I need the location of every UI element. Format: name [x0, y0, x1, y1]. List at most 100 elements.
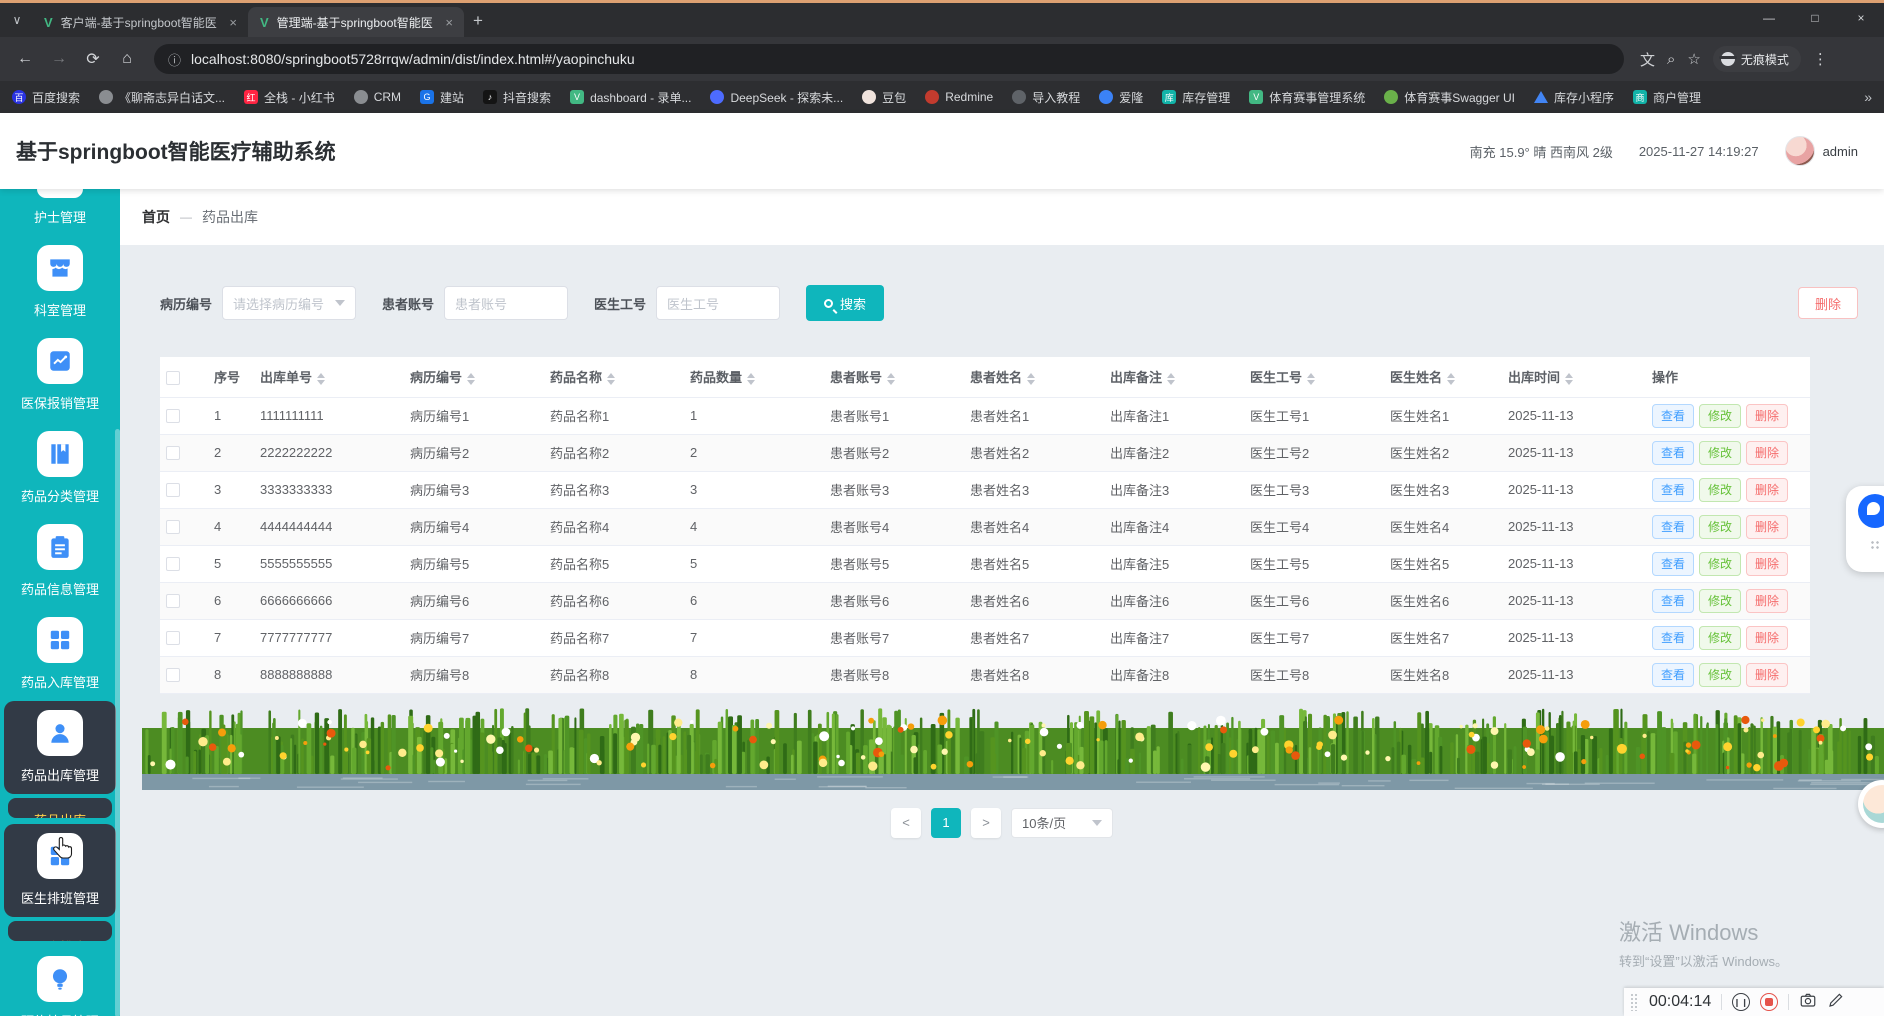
- bookmark-item[interactable]: Vdashboard - 录单...: [570, 89, 691, 106]
- delete-button[interactable]: 删除: [1746, 662, 1789, 687]
- row-checkbox[interactable]: [166, 557, 180, 572]
- reload-button[interactable]: ⟳: [78, 44, 108, 74]
- sidebar-item-预约挂号管理[interactable]: 预约挂号管理: [4, 947, 116, 1016]
- sidebar-item-药品入库管理[interactable]: 药品入库管理: [4, 608, 116, 701]
- browser-tab-1[interactable]: V 客户端-基于springboot智能医 ×: [32, 7, 248, 37]
- close-window-button[interactable]: ×: [1838, 3, 1884, 33]
- row-checkbox[interactable]: [166, 631, 180, 646]
- pagination-page-1[interactable]: 1: [931, 807, 961, 838]
- minimize-button[interactable]: —: [1746, 3, 1792, 33]
- delete-button[interactable]: 删除: [1746, 477, 1789, 502]
- sort-carets-icon[interactable]: [1027, 372, 1036, 385]
- bookmark-item[interactable]: 库库存管理: [1162, 89, 1230, 106]
- doctor-no-input[interactable]: 医生工号: [656, 286, 781, 320]
- delete-button[interactable]: 删除: [1746, 403, 1789, 428]
- edit-button[interactable]: 修改: [1699, 588, 1742, 613]
- view-button[interactable]: 查看: [1652, 625, 1695, 650]
- row-checkbox[interactable]: [166, 409, 180, 424]
- floating-assistant-widget[interactable]: [1846, 486, 1884, 572]
- zoom-icon[interactable]: ⌕: [1667, 51, 1675, 68]
- widget-drag-handle-icon[interactable]: [1870, 540, 1880, 550]
- batch-delete-button[interactable]: 删除: [1797, 287, 1858, 319]
- view-button[interactable]: 查看: [1652, 551, 1695, 576]
- bookmark-item[interactable]: G 建站: [420, 89, 464, 106]
- column-header-doctor_no[interactable]: 医生工号: [1244, 357, 1384, 398]
- column-header-order_no[interactable]: 出库单号: [254, 357, 404, 398]
- sidebar-item-药品出库管理[interactable]: 药品出库管理: [4, 701, 116, 794]
- home-button[interactable]: ⌂: [112, 44, 142, 74]
- column-header-patient_account[interactable]: 患者账号: [824, 357, 964, 398]
- site-info-icon[interactable]: ⓘ: [168, 50, 181, 69]
- screenshot-camera-icon[interactable]: [1799, 991, 1817, 1014]
- assistant-logo-icon[interactable]: [1858, 494, 1884, 528]
- delete-button[interactable]: 删除: [1746, 551, 1789, 576]
- column-header-patient_name[interactable]: 患者姓名: [964, 357, 1104, 398]
- bookmark-star-icon[interactable]: ☆: [1687, 50, 1700, 68]
- bookmark-item[interactable]: 豆包: [862, 89, 906, 106]
- column-header-qty[interactable]: 药品数量: [684, 357, 824, 398]
- patient-account-input[interactable]: 患者账号: [444, 286, 569, 320]
- view-button[interactable]: 查看: [1652, 514, 1695, 539]
- sort-carets-icon[interactable]: [1447, 372, 1456, 385]
- row-checkbox[interactable]: [166, 446, 180, 461]
- annotate-pencil-icon[interactable]: [1827, 991, 1845, 1014]
- edit-button[interactable]: 修改: [1699, 440, 1742, 465]
- column-header-record_no[interactable]: 病历编号: [404, 357, 544, 398]
- sidebar-item-医保报销管理[interactable]: 医保报销管理: [4, 329, 116, 422]
- bookmark-item[interactable]: V 体育赛事管理系统: [1249, 89, 1365, 106]
- user-menu[interactable]: admin: [1784, 136, 1858, 166]
- row-checkbox[interactable]: [166, 520, 180, 535]
- column-header-doctor_name[interactable]: 医生姓名: [1384, 357, 1502, 398]
- bookmark-item[interactable]: Redmine: [925, 90, 993, 104]
- column-header-date[interactable]: 出库时间: [1502, 357, 1646, 398]
- tab-close-icon[interactable]: ×: [442, 15, 456, 30]
- address-bar[interactable]: ⓘ localhost:8080/springboot5728rrqw/admi…: [154, 44, 1624, 74]
- sort-carets-icon[interactable]: [467, 372, 476, 385]
- tab-search-chevron-icon[interactable]: ∨: [4, 7, 30, 33]
- select-all-checkbox[interactable]: [166, 370, 180, 385]
- bookmark-item[interactable]: ♪ 抖音搜索: [483, 89, 551, 106]
- edit-button[interactable]: 修改: [1699, 662, 1742, 687]
- recorder-drag-handle[interactable]: [1630, 993, 1639, 1011]
- bookmarks-overflow-icon[interactable]: »: [1864, 89, 1872, 105]
- sidebar-item-护士管理[interactable]: 护士管理: [4, 189, 116, 236]
- tab-close-icon[interactable]: ×: [226, 15, 240, 30]
- pagination-next-button[interactable]: >: [971, 807, 1001, 838]
- maximize-button[interactable]: □: [1792, 3, 1838, 33]
- delete-button[interactable]: 删除: [1746, 440, 1789, 465]
- edit-button[interactable]: 修改: [1699, 625, 1742, 650]
- column-header-drug_name[interactable]: 药品名称: [544, 357, 684, 398]
- sidebar-item-药品分类管理[interactable]: 药品分类管理: [4, 422, 116, 515]
- sort-carets-icon[interactable]: [747, 372, 756, 385]
- bookmark-item[interactable]: 《聊斋志异白话文...: [99, 89, 225, 106]
- sort-carets-icon[interactable]: [887, 372, 896, 385]
- column-header-remark[interactable]: 出库备注: [1104, 357, 1244, 398]
- bookmark-item[interactable]: 爱隆: [1099, 89, 1143, 106]
- sort-carets-icon[interactable]: [1565, 372, 1574, 385]
- pause-icon[interactable]: ❙❙: [1732, 993, 1751, 1011]
- sort-carets-icon[interactable]: [1307, 372, 1316, 385]
- breadcrumb-home[interactable]: 首页: [142, 207, 170, 227]
- bookmark-item[interactable]: 百百度搜索: [12, 89, 80, 106]
- stop-record-icon[interactable]: [1760, 993, 1779, 1011]
- edit-button[interactable]: 修改: [1699, 477, 1742, 502]
- delete-button[interactable]: 删除: [1746, 625, 1789, 650]
- view-button[interactable]: 查看: [1652, 662, 1695, 687]
- row-checkbox[interactable]: [166, 668, 180, 683]
- sort-carets-icon[interactable]: [607, 372, 616, 385]
- delete-button[interactable]: 删除: [1746, 514, 1789, 539]
- sort-carets-icon[interactable]: [317, 372, 326, 385]
- forward-button[interactable]: →: [44, 44, 74, 74]
- browser-menu-icon[interactable]: ⋮: [1813, 50, 1828, 68]
- edit-button[interactable]: 修改: [1699, 551, 1742, 576]
- row-checkbox[interactable]: [166, 483, 180, 498]
- edit-button[interactable]: 修改: [1699, 514, 1742, 539]
- view-button[interactable]: 查看: [1652, 477, 1695, 502]
- new-tab-button[interactable]: +: [464, 7, 492, 35]
- bookmark-item[interactable]: 导入教程: [1012, 89, 1080, 106]
- edit-button[interactable]: 修改: [1699, 403, 1742, 428]
- bookmark-item[interactable]: CRM: [353, 90, 401, 104]
- view-button[interactable]: 查看: [1652, 403, 1695, 428]
- browser-tab-2[interactable]: V 管理端-基于springboot智能医 ×: [248, 7, 464, 37]
- row-checkbox[interactable]: [166, 594, 180, 609]
